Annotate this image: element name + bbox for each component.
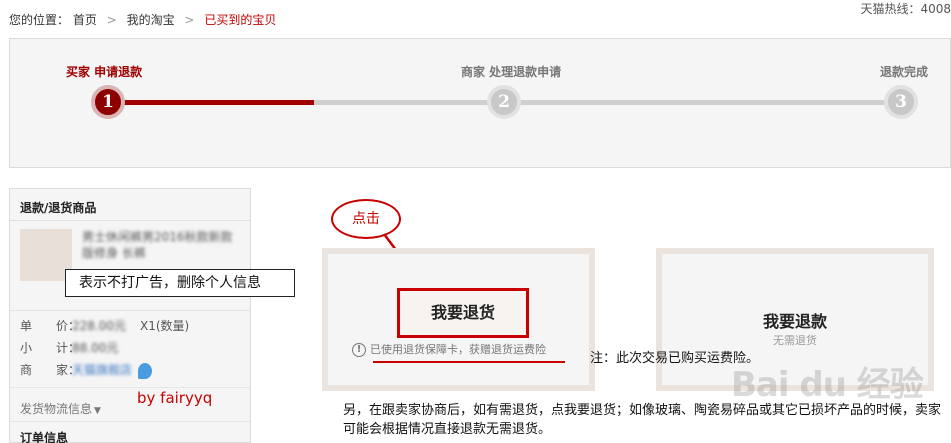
merchant-link[interactable]: 天猫旗舰店: [72, 361, 132, 378]
product-title-blurred[interactable]: 男士休闲裤男2016秋款新款 版修身 长裤: [82, 229, 244, 261]
panel-title: 退款/退货商品: [20, 201, 97, 215]
refund-only-subtitle: 无需退货: [773, 334, 817, 347]
quantity-value: X1(数量): [140, 319, 190, 333]
step-2-circle: 2: [487, 85, 521, 119]
progress-track-fill: [110, 100, 314, 105]
divider: [10, 220, 250, 221]
price-row: 单 价：228.00元 X1(数量): [20, 317, 189, 334]
explanation-paragraph: 另，在跟卖家协商后，如有需退货，点我要退货；如像玻璃、陶瓷易碎品或其它已损坏产品…: [343, 403, 942, 437]
breadcrumb-separator: >: [184, 13, 195, 27]
subtotal-value: 88.00元: [72, 341, 119, 355]
merchant-row: 商 家：天猫旗舰店: [20, 361, 153, 379]
return-insurance-notice: ! 已使用退货保障卡，获赠退货运费险: [352, 341, 546, 357]
logistics-toggle[interactable]: 发货物流信息 ▼: [20, 400, 101, 417]
order-info-title: 订单信息: [20, 431, 69, 443]
info-icon: !: [352, 343, 366, 357]
refund-progress: 买家 申请退款 商家 处理退款申请 退款完成 1 2 3: [9, 38, 951, 168]
price-value: 228.00元: [72, 319, 126, 333]
wangwang-chat-icon[interactable]: [138, 362, 153, 379]
breadcrumb-prefix: 您的位置：: [9, 13, 70, 27]
step-1-label: 买家 申请退款: [66, 65, 143, 79]
refund-only-button[interactable]: 我要退款: [662, 308, 928, 332]
subtotal-label: 小 计：: [20, 341, 81, 355]
chevron-down-icon: ▼: [94, 406, 101, 416]
logistics-label: 发货物流信息: [20, 402, 93, 416]
step-3-circle: 3: [884, 85, 918, 119]
annotation-note-box: 表示不打广告，删除个人信息: [65, 269, 295, 297]
return-goods-button[interactable]: 我要退货: [397, 288, 529, 338]
divider: [10, 387, 250, 388]
price-label: 单 价：: [20, 319, 81, 333]
breadcrumb-separator: >: [106, 13, 117, 27]
baidu-watermark: Bai du 经验: [731, 357, 924, 406]
hotline-text: 天猫热线：4008: [860, 2, 951, 16]
step-1-circle: 1: [91, 85, 125, 119]
merchant-label: 商 家：: [20, 363, 81, 377]
author-signature: by fairyyq: [137, 389, 213, 407]
step-3-label: 退款完成: [880, 65, 929, 79]
breadcrumb: 您的位置： 首页 > 我的淘宝 > 已买到的宝贝: [9, 11, 276, 28]
return-goods-card[interactable]: 我要退货 ! 已使用退货保障卡，获赠退货运费险: [322, 248, 595, 391]
watermark-text: Bai du 经验: [731, 365, 924, 405]
refund-item-panel: 退款/退货商品 男士休闲裤男2016秋款新款 版修身 长裤 单 价：228.00…: [9, 188, 251, 443]
return-insurance-text: 已使用退货保障卡，获赠退货运费险: [370, 343, 546, 356]
breadcrumb-home-link[interactable]: 首页: [73, 13, 97, 27]
divider: [10, 421, 250, 422]
subtotal-row: 小 计：88.00元: [20, 339, 118, 356]
breadcrumb-my-taobao-link[interactable]: 我的淘宝: [127, 13, 175, 27]
annotation-underline: [373, 361, 565, 363]
step-2-label: 商家 处理退款申请: [461, 65, 562, 79]
divider: [10, 310, 250, 311]
breadcrumb-purchased-link[interactable]: 已买到的宝贝: [204, 13, 276, 27]
